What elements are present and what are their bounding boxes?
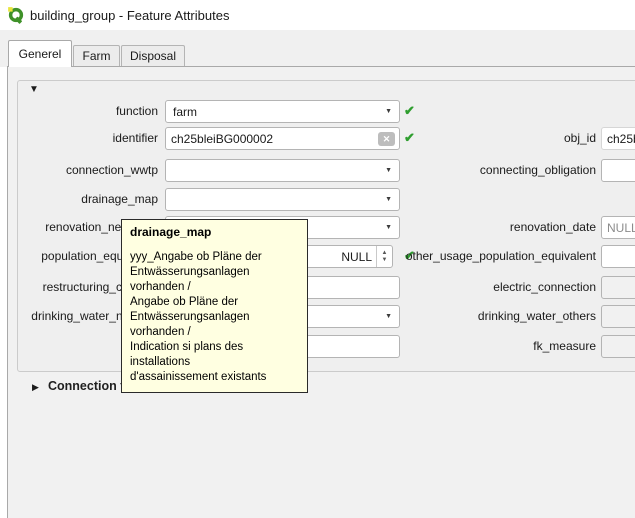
window-title: building_group - Feature Attributes [30, 8, 229, 23]
other-usage-population-equivalent-field [601, 245, 635, 268]
valid-check-icon: ✔ [404, 103, 415, 119]
drinking-water-others-combobox[interactable] [601, 305, 635, 328]
obj-id-input[interactable] [602, 128, 635, 149]
field-label-identifier: identifier [0, 132, 158, 145]
tab-generel[interactable]: Generel [8, 40, 72, 67]
field-label-obj-id: obj_id [380, 132, 596, 145]
tab-disposal[interactable]: Disposal [121, 45, 185, 66]
field-label-other-usage-population-equivalent: other_usage_population_equivalent [380, 250, 596, 263]
obj-id-field [601, 127, 635, 150]
identifier-input[interactable] [166, 128, 399, 149]
renovation-date-field [601, 216, 635, 239]
field-label-drinking-water-others: drinking_water_others [380, 310, 596, 323]
group-collapse-icon[interactable]: ▼ [29, 84, 39, 96]
function-combobox[interactable]: farm ▼ [165, 100, 400, 123]
chevron-down-icon: ▼ [385, 108, 392, 115]
field-label-connection-wwtp: connection_wwtp [0, 164, 158, 177]
drainage-map-tooltip: drainage_map yyy_Angabe ob Pläne der Ent… [121, 219, 308, 393]
chevron-down-icon: ▼ [385, 196, 392, 203]
field-label-electric-connection: electric_connection [380, 281, 596, 294]
connecting-obligation-combobox[interactable] [601, 159, 635, 182]
baugwr-expand-icon[interactable]: ▶ [32, 382, 39, 393]
tooltip-title: drainage_map [130, 225, 299, 239]
other-usage-population-equivalent-input[interactable] [602, 246, 635, 267]
drainage-map-combobox[interactable]: ▼ [165, 188, 400, 211]
field-label-drainage-map: drainage_map [0, 193, 158, 206]
tab-disposal-label: Disposal [130, 49, 176, 63]
renovation-date-input[interactable] [602, 217, 635, 238]
qgis-logo-icon [7, 6, 25, 24]
field-label-function: function [0, 105, 158, 118]
tab-farm[interactable]: Farm [73, 45, 120, 66]
title-bar: building_group - Feature Attributes [0, 0, 635, 30]
tab-generel-label: Generel [19, 47, 62, 61]
tooltip-body: yyy_Angabe ob Pläne der Entwässerungsanl… [130, 250, 299, 385]
tab-farm-label: Farm [83, 49, 111, 63]
field-label-fk-measure: fk_measure [380, 340, 596, 353]
identifier-field: ✕ [165, 127, 400, 150]
field-label-connecting-obligation: connecting_obligation [380, 164, 596, 177]
electric-connection-combobox[interactable] [601, 276, 635, 299]
function-value: farm [173, 105, 197, 119]
field-label-renovation-date: renovation_date [380, 221, 596, 234]
connection-wwtp-combobox[interactable]: ▼ [165, 159, 400, 182]
fk-measure-combobox[interactable] [601, 335, 635, 358]
